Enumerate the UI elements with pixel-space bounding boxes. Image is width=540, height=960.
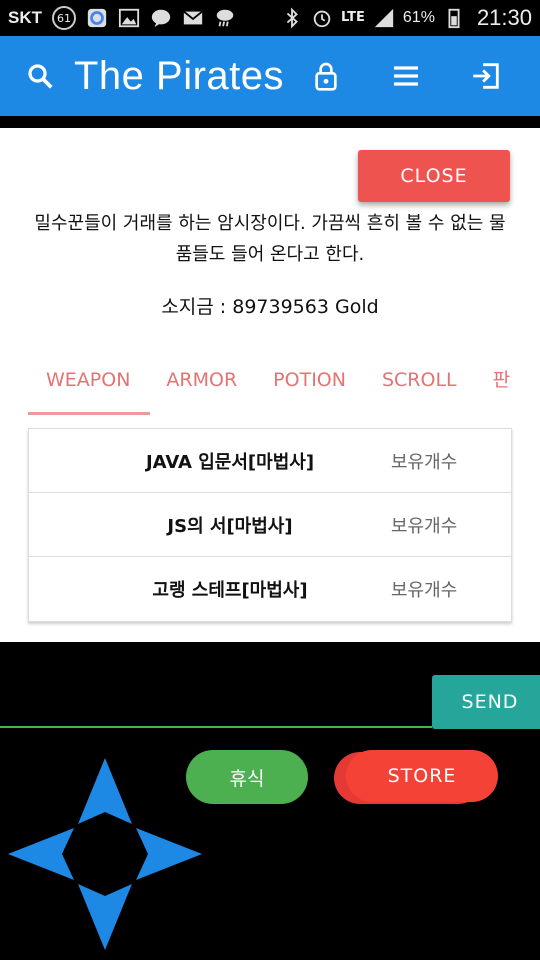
exit-icon[interactable]: [458, 36, 514, 116]
mail-icon: [182, 7, 204, 29]
rest-button[interactable]: 휴식: [186, 750, 308, 804]
item-list: JAVA 입문서[마법사] 보유개수 JS의 서[마법사] 보유개수 고랭 스테…: [28, 428, 512, 622]
dpad-down-arrow[interactable]: [78, 884, 132, 950]
active-tab-indicator: [28, 412, 150, 415]
item-name: JAVA 입문서[마법사]: [145, 451, 315, 473]
lock-icon[interactable]: [298, 36, 354, 116]
game-screen: SKT 61 LTE 61% 21:30 The Pirates CLOSE 밀…: [0, 0, 540, 960]
close-button[interactable]: CLOSE: [358, 150, 510, 202]
lte-indicator: LTE: [341, 10, 365, 25]
chat-input[interactable]: [0, 680, 432, 728]
signal-icon: [373, 7, 395, 29]
search-icon[interactable]: [12, 36, 68, 116]
dpad-up-arrow[interactable]: [78, 758, 132, 824]
weather-rain-icon: [214, 7, 236, 29]
gallery-icon: [118, 7, 140, 29]
status-bar: SKT 61 LTE 61% 21:30: [0, 0, 540, 36]
store-modal: CLOSE 밀수꾼들이 거래를 하는 암시장이다. 가끔씩 흔히 볼 수 없는 …: [0, 128, 540, 642]
google-icon: [86, 7, 108, 29]
bluetooth-icon: [281, 7, 303, 29]
store-description: 밀수꾼들이 거래를 하는 암시장이다. 가끔씩 흔히 볼 수 없는 물품들도 들…: [34, 213, 506, 265]
item-name: 고랭 스테프[마법사]: [152, 580, 308, 601]
tab-potion[interactable]: POTION: [255, 350, 364, 412]
notification-count-badge: 61: [52, 6, 76, 30]
store-tabs: WEAPON ARMOR POTION SCROLL 판: [28, 350, 512, 416]
dpad-right-arrow[interactable]: [136, 828, 202, 880]
carrier-label: SKT: [8, 8, 42, 27]
send-button[interactable]: SEND: [432, 675, 540, 729]
item-quantity-label: 보유개수: [391, 515, 458, 537]
dpad-left-arrow[interactable]: [8, 828, 74, 880]
clock: 21:30: [476, 5, 532, 30]
app-bar: The Pirates: [0, 36, 540, 116]
tab-armor[interactable]: ARMOR: [148, 350, 255, 412]
item-name: JS의 서[마법사]: [167, 515, 293, 537]
battery-icon: [443, 7, 465, 29]
dpad: [6, 756, 204, 952]
tab-scroll[interactable]: SCROLL: [364, 350, 475, 412]
gold-amount: 소지금 : 89739563 Gold: [161, 296, 379, 318]
app-title: The Pirates: [74, 53, 285, 98]
talk-icon: [150, 7, 172, 29]
store-button[interactable]: STORE: [346, 750, 498, 802]
list-item[interactable]: JAVA 입문서[마법사] 보유개수: [29, 429, 511, 493]
tab-weapon[interactable]: WEAPON: [28, 350, 148, 412]
item-quantity-label: 보유개수: [391, 451, 458, 473]
list-item[interactable]: JS의 서[마법사] 보유개수: [29, 493, 511, 557]
item-quantity-label: 보유개수: [391, 580, 458, 601]
battery-percent: 61%: [402, 9, 435, 26]
tab-sell[interactable]: 판: [475, 350, 512, 412]
menu-icon[interactable]: [378, 36, 434, 116]
alarm-icon: [311, 7, 333, 29]
list-item[interactable]: 고랭 스테프[마법사] 보유개수: [29, 557, 511, 621]
